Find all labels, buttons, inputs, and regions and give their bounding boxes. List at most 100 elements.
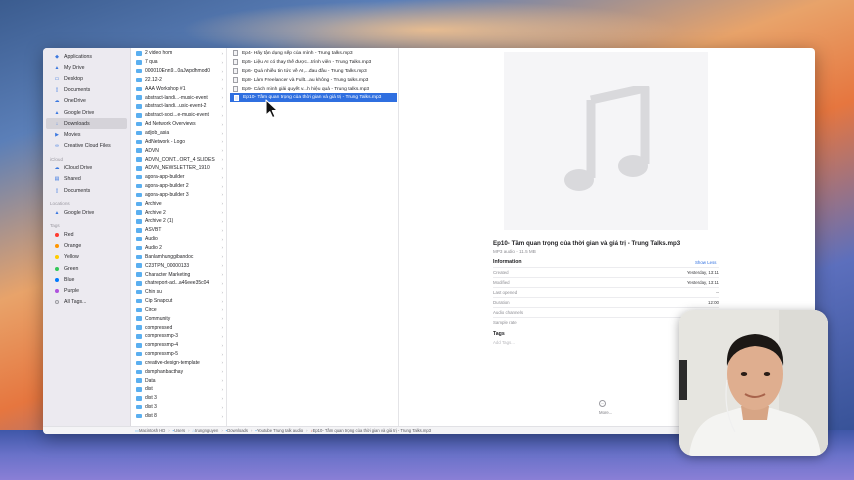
folder-row[interactable]: ASVBT › (133, 226, 226, 235)
sidebar-item-fav-6[interactable]: ↓ Downloads (46, 118, 127, 130)
folder-row[interactable]: Data › (133, 376, 226, 385)
folder-row[interactable]: dist 3 › (133, 403, 226, 412)
sidebar-item-fav-8[interactable]: ∞ Creative Cloud Files (46, 141, 127, 152)
folder-row[interactable]: creative-design-template › (133, 359, 226, 368)
sidebar-item-fav-7[interactable]: ▶ Movies (46, 129, 127, 140)
folder-row[interactable]: Archive 2 (1) › (133, 217, 226, 226)
chevron-right-icon: › (221, 333, 224, 339)
sidebar-tag-6[interactable]: All Tags... (46, 297, 127, 308)
breadcrumb-item[interactable]: ▪ Downloads (226, 428, 248, 433)
sidebar-tag-1[interactable]: Orange (46, 241, 127, 252)
folder-row[interactable]: abstract-soci...e-music-event › (133, 111, 226, 120)
folder-row[interactable]: agora-app-builder › (133, 173, 226, 182)
more-icon[interactable]: ··· (599, 400, 606, 407)
breadcrumb-item[interactable]: ▭ Macintosh HD (135, 428, 165, 433)
breadcrumb-item[interactable]: ▪ Youtube Trung talk audio (255, 428, 303, 433)
sidebar-item-label: Google Drive (64, 209, 95, 216)
file-row[interactable]: Ep5- Liệu AI có thay thế được...trình vi… (229, 58, 398, 67)
folder-row[interactable]: AAA Workshop #1 › (133, 84, 226, 93)
folder-row[interactable]: 000010Enn9...0aJwpdhmod0 › (133, 67, 226, 76)
chevron-right-icon: › (221, 342, 224, 348)
folder-icon (136, 369, 142, 375)
sidebar-tag-3[interactable]: Green (46, 263, 127, 274)
folder-icon (136, 325, 142, 330)
folder-row[interactable]: Community › (133, 314, 226, 323)
folder-row[interactable]: AdNetwork - Logo › (133, 137, 226, 146)
chevron-right-icon: › (221, 369, 224, 375)
folder-row[interactable]: compressed › (133, 323, 226, 332)
folder-row[interactable]: 2 video hom › (133, 49, 226, 58)
sidebar-item-icloud-1[interactable]: ▤ Shared (46, 174, 127, 185)
breadcrumb-item[interactable]: ▪ Users (173, 428, 185, 433)
file-row[interactable]: Ep10- Tầm quan trọng của thời gian và gi… (230, 93, 397, 103)
folder-row[interactable]: Character Marketing › (133, 270, 226, 279)
folder-row[interactable]: Archive 2 › (133, 208, 226, 217)
folder-row[interactable]: Ad Network Overviews › (133, 120, 226, 129)
file-row[interactable]: Ep6- Quá nhiều tin tức về AI,...đau đầu … (229, 67, 398, 76)
sidebar-item-fav-3[interactable]: ▯ Documents (46, 85, 127, 96)
folder-row[interactable]: compressmp-5 › (133, 350, 226, 359)
sidebar-tag-5[interactable]: Purple (46, 285, 127, 296)
folder-name: creative-design-template (145, 359, 200, 366)
sidebar-item-icloud-0[interactable]: ☁ iCloud Drive (46, 163, 127, 174)
folder-row[interactable]: dist 8 › (133, 412, 226, 421)
folder-row[interactable]: chatreport-ad...a46eee35c04 › (133, 279, 226, 288)
folder-row[interactable]: Audio › (133, 235, 226, 244)
chevron-right-icon: › (221, 77, 224, 83)
folder-column: 2 video hom › 7 qua › 000010Enn9...0aJwpdhmo… (133, 48, 227, 426)
folder-row[interactable]: compressmp-3 › (133, 332, 226, 341)
folder-row[interactable]: ADVN_CONT...ORT_4 SLIDES › (133, 155, 226, 164)
folder-row[interactable]: Audio 2 › (133, 244, 226, 253)
folder-row[interactable]: abstract-landi...usic-event-2 › (133, 102, 226, 111)
folder-row[interactable]: Banlamhunggibandoc › (133, 252, 226, 261)
folder-row[interactable]: Archive › (133, 199, 226, 208)
folder-row[interactable]: Cip Snapcut › (133, 297, 226, 306)
folder-icon (136, 192, 142, 198)
sidebar-item-loc-0[interactable]: ▲ Google Drive (46, 207, 127, 218)
sidebar-item-fav-5[interactable]: ▲ Google Drive (46, 107, 127, 118)
show-less-link[interactable]: Show Less (695, 260, 716, 265)
folder-icon (136, 157, 142, 162)
folder-icon (136, 60, 142, 65)
breadcrumb-item[interactable]: ⌂ trungnguyen (193, 428, 219, 433)
folder-row[interactable]: compressmp-4 › (133, 341, 226, 350)
info-row: Modified Yesterday, 13:11 (493, 277, 719, 287)
sidebar-item-label: Documents (64, 187, 91, 194)
folder-row[interactable]: agora-app-builder 3 › (133, 191, 226, 200)
chevron-right-icon: › (221, 148, 224, 154)
folder-row[interactable]: abstract-landi...-music-event › (133, 93, 226, 102)
folder-row[interactable]: dist › (133, 385, 226, 394)
file-row[interactable]: Ep4- Hãy tận dụng sếp của mình - Trung t… (229, 49, 398, 58)
sidebar-item-fav-1[interactable]: ▲ My Drive (46, 62, 127, 73)
breadcrumb-item[interactable]: ♪ Ep10- Tầm quan trọng của thời gian và … (310, 428, 431, 433)
folder-row[interactable]: 7 qua › (133, 58, 226, 67)
folder-row[interactable]: C23TPN_00000133 › (133, 261, 226, 270)
sidebar-item-fav-0[interactable]: ◆ Applications (46, 51, 127, 62)
folder-row[interactable]: ADVN › (133, 146, 226, 155)
folder-row[interactable]: Chin su › (133, 288, 226, 297)
folder-icon (136, 113, 142, 118)
folder-row[interactable]: adjob_asia › (133, 129, 226, 138)
sidebar-tag-2[interactable]: Yellow (46, 252, 127, 263)
sidebar-tag-0[interactable]: Red (46, 229, 127, 240)
sidebar-tag-4[interactable]: Blue (46, 274, 127, 285)
folder-row[interactable]: dsmphanbacthay › (133, 367, 226, 376)
file-row[interactable]: Ep8- Làm Freelancer và Fullt...au không … (229, 76, 398, 85)
folder-row[interactable]: ADVN_NEWSLETTER_1910 › (133, 164, 226, 173)
folder-name: abstract-landi...usic-event-2 (145, 103, 207, 110)
more-label[interactable]: More... (599, 410, 612, 415)
folder-row[interactable]: Circe › (133, 305, 226, 314)
folder-name: Banlamhunggibandoc (145, 253, 194, 260)
folder-row[interactable]: dist 3 › (133, 394, 226, 403)
chevron-right-icon: › (221, 272, 224, 278)
sidebar-item-icloud-2[interactable]: ▯ Documents (46, 185, 127, 196)
folder-row[interactable]: agora-app-builder 2 › (133, 182, 226, 191)
sidebar-item-fav-2[interactable]: ▭ Desktop (46, 73, 127, 84)
sidebar-item-fav-4[interactable]: ☁ OneDrive (46, 96, 127, 107)
chevron-right-icon: › (221, 59, 224, 65)
add-tags-field[interactable]: Add Tags... (493, 340, 515, 345)
info-value: Yesterday, 13:11 (686, 270, 719, 275)
folder-row[interactable]: 22.12-2 › (133, 76, 226, 85)
folder-icon (136, 413, 142, 419)
file-row[interactable]: Ep9- Cách mình giải quyết v...h hiệu quả… (229, 85, 398, 94)
